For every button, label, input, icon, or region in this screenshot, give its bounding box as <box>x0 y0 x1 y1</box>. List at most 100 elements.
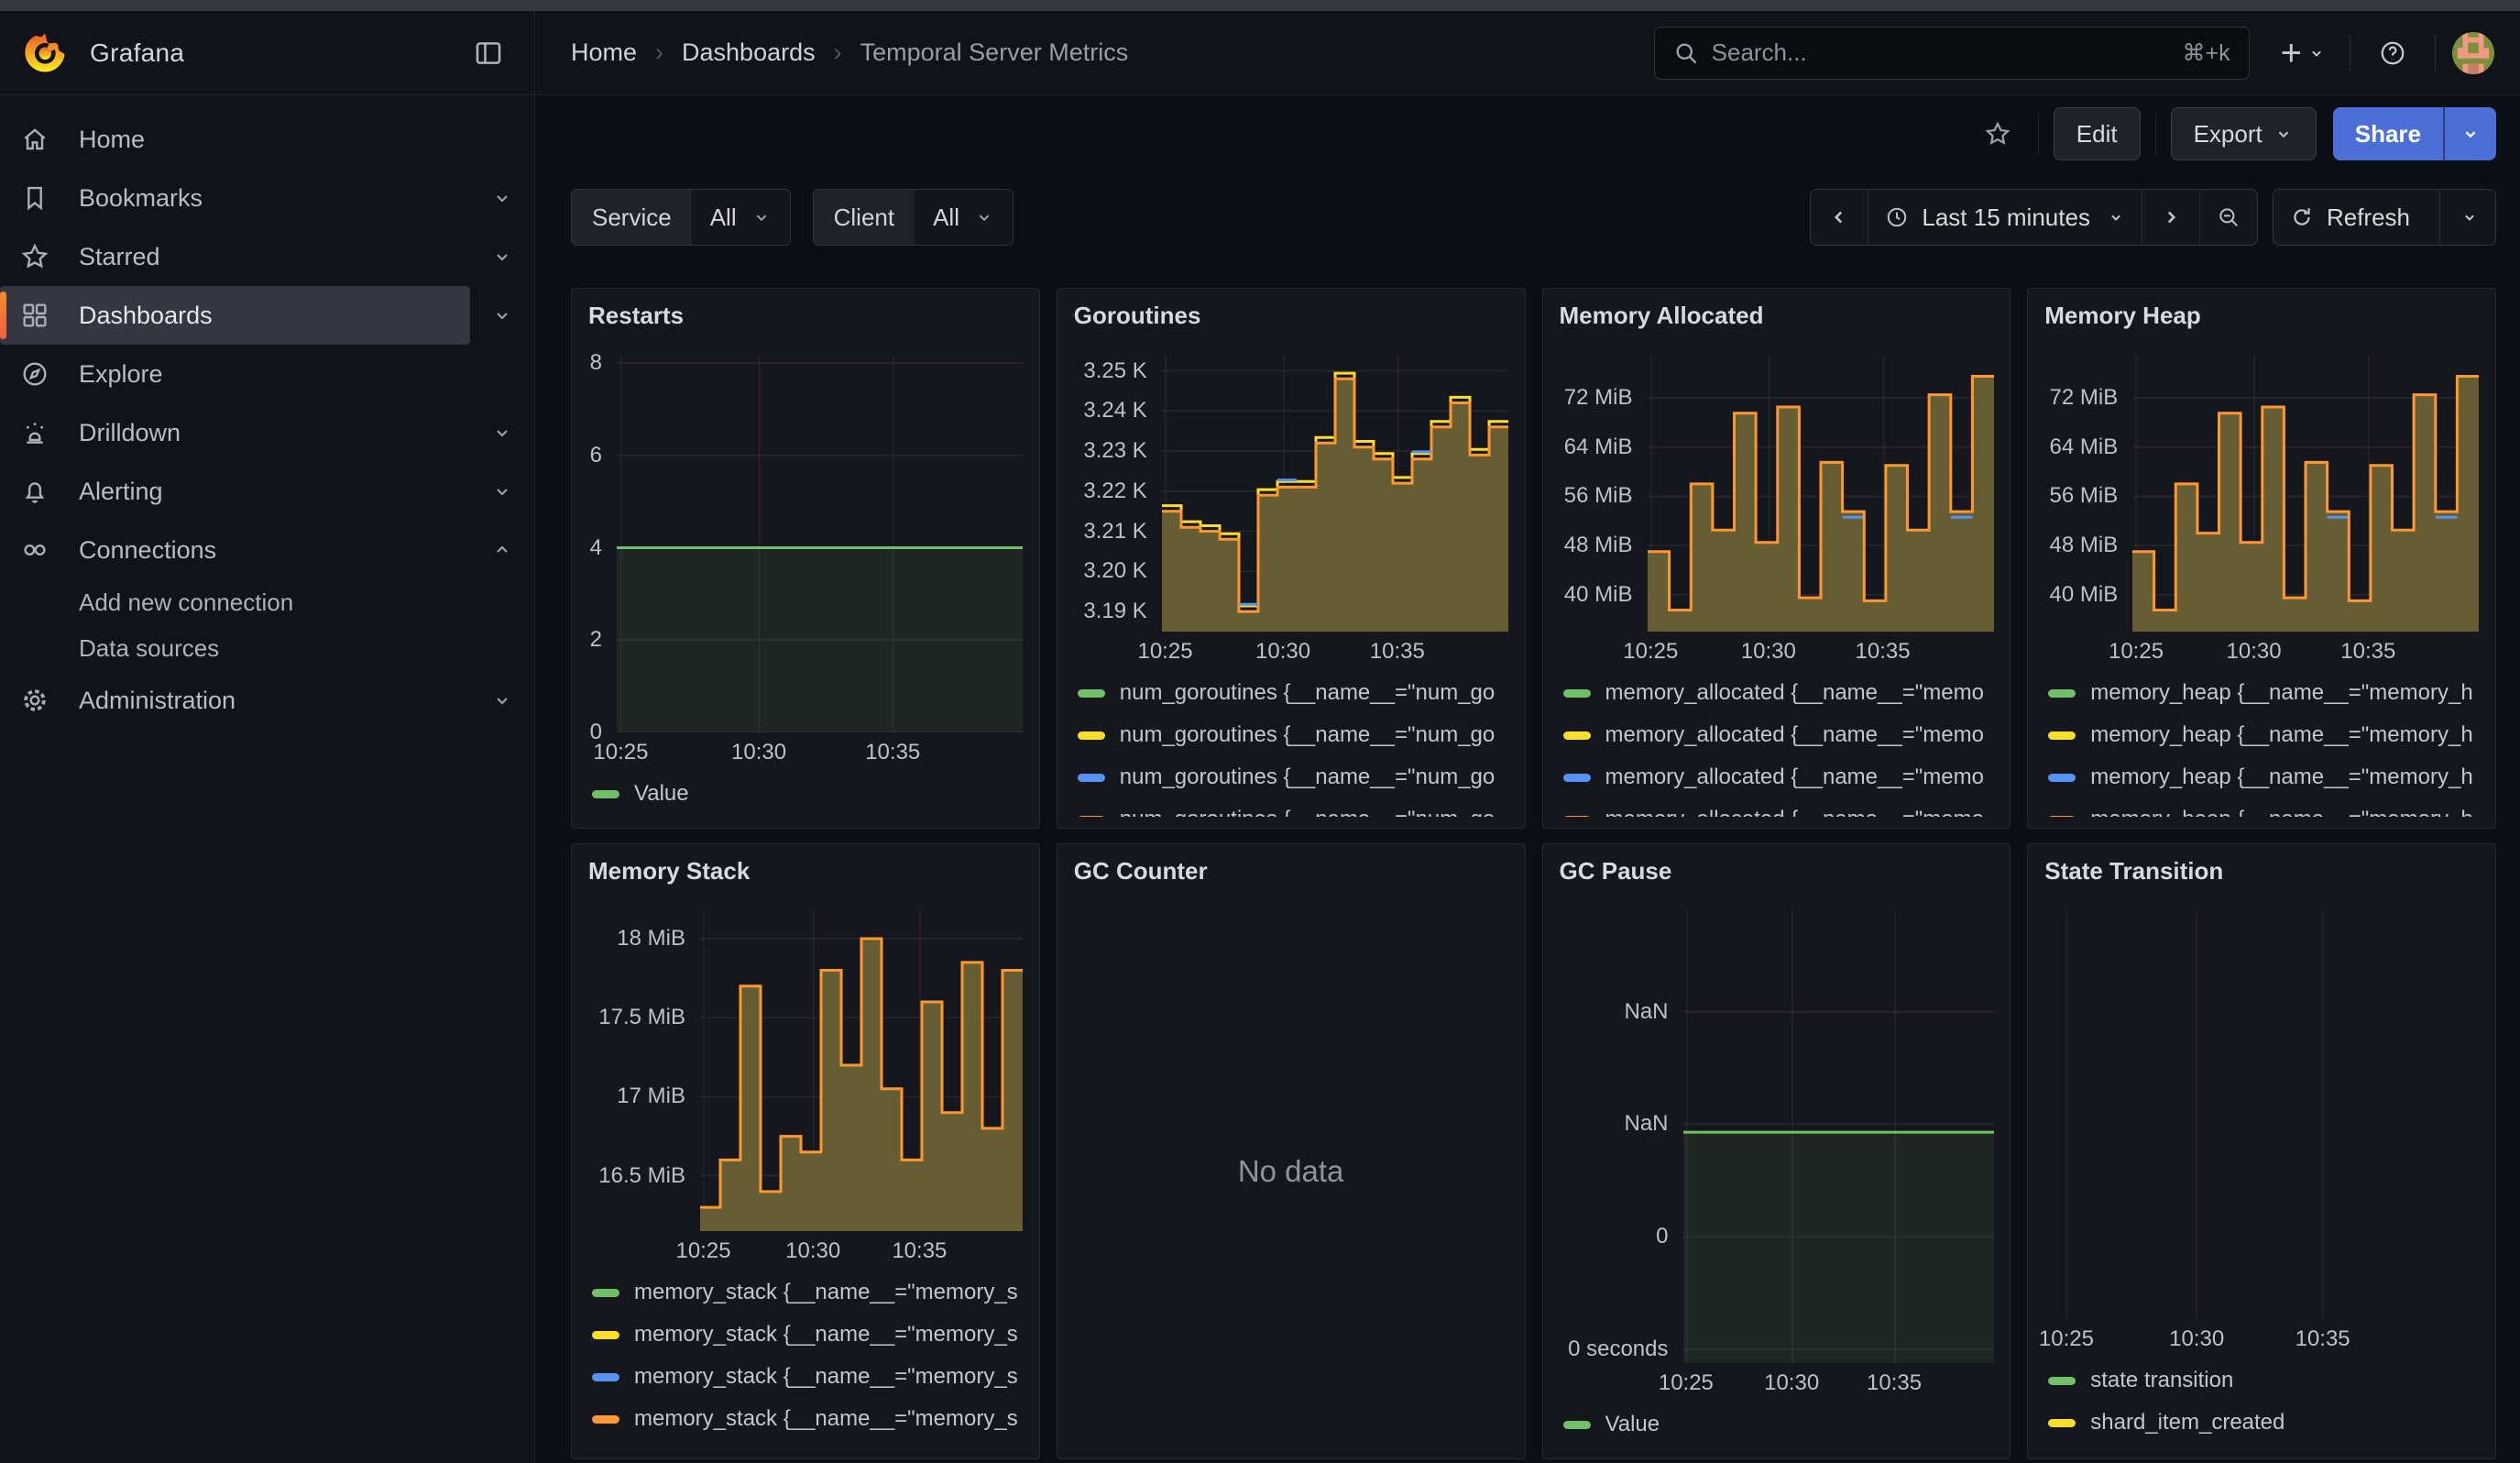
legend-item[interactable]: memory_stack {__name__="memory_s <box>588 1356 1023 1398</box>
legend-item[interactable]: Value <box>1560 1403 1994 1446</box>
legend-item[interactable]: num_goroutines {__name__="num_go <box>1074 798 1508 817</box>
variable-value[interactable]: All <box>915 190 1013 245</box>
legend-item[interactable]: memory_heap {__name__="memory_h <box>2044 798 2479 817</box>
sidebar-item-dashboards[interactable]: Dashboards <box>0 286 534 345</box>
y-tick-label: 2 <box>590 627 602 653</box>
legend-label: memory_stack {__name__="memory_s <box>634 1364 1018 1390</box>
plot-area[interactable] <box>1162 355 1508 632</box>
user-avatar[interactable] <box>2452 32 2494 74</box>
legend-item[interactable]: memory_stack {__name__="memory_s <box>588 1398 1023 1440</box>
sidebar-item-starred[interactable]: Starred <box>0 227 534 286</box>
plot-area[interactable] <box>1683 910 1994 1363</box>
y-tick-label: 6 <box>590 443 602 468</box>
zoom-out-icon <box>2217 205 2241 229</box>
search-input[interactable] <box>1712 38 2183 67</box>
plus-icon: + <box>2281 35 2302 72</box>
time-forward-button[interactable] <box>2142 190 2200 245</box>
y-tick-label: 3.23 K <box>1083 438 1146 464</box>
legend-swatch <box>592 1331 619 1339</box>
panel-title[interactable]: Memory Stack <box>588 857 1023 896</box>
sidebar-item-explore[interactable]: Explore <box>0 345 534 403</box>
share-menu-button[interactable] <box>2443 107 2496 160</box>
legend-item[interactable]: num_goroutines {__name__="num_go <box>1074 756 1508 798</box>
time-back-button[interactable] <box>1811 190 1868 245</box>
search-box[interactable]: ⌘+k <box>1654 27 2250 80</box>
variable-service-dropdown[interactable]: ServiceAll <box>571 189 791 246</box>
legend-item[interactable]: memory_allocated {__name__="memo <box>1560 756 1994 798</box>
chevron-down-icon[interactable] <box>470 689 534 711</box>
panel-title[interactable]: GC Counter <box>1074 857 1508 896</box>
plot-area[interactable] <box>1648 355 1994 632</box>
refresh-interval-button[interactable] <box>2440 190 2495 245</box>
sidebar-item-data-sources[interactable]: Data sources <box>0 625 534 671</box>
star-dashboard-button[interactable] <box>1972 108 2023 160</box>
chevron-down-icon[interactable] <box>470 187 534 209</box>
x-tick-label: 10:25 <box>675 1238 730 1264</box>
bookmark-icon <box>20 183 79 213</box>
chevron-down-icon[interactable] <box>470 246 534 268</box>
add-menu-button[interactable]: + <box>2273 35 2333 72</box>
legend-item[interactable]: memory_heap {__name__="memory_h <box>2044 714 2479 756</box>
y-tick-label: 64 MiB <box>1564 434 1633 460</box>
legend-item[interactable]: num_goroutines {__name__="num_go <box>1074 714 1508 756</box>
refresh-button[interactable]: Refresh <box>2273 190 2440 245</box>
share-button[interactable]: Share <box>2333 107 2443 160</box>
y-axis: 16.5 MiB17 MiB17.5 MiB18 MiB <box>588 910 700 1231</box>
plot-area[interactable] <box>2132 355 2479 632</box>
chevron-down-icon <box>2460 208 2479 226</box>
bell-icon <box>20 477 79 506</box>
sidebar-item-bookmarks[interactable]: Bookmarks <box>0 169 534 227</box>
chevron-down-icon[interactable] <box>470 480 534 502</box>
chevron-down-icon[interactable] <box>470 422 534 444</box>
help-button[interactable] <box>2367 28 2418 79</box>
panel-title[interactable]: Goroutines <box>1074 302 1508 340</box>
legend-item[interactable]: shard_item_created <box>2044 1402 2479 1444</box>
panel-title[interactable]: State Transition <box>2044 857 2479 896</box>
x-tick-label: 10:30 <box>1764 1370 1819 1396</box>
legend-item[interactable]: memory_allocated {__name__="memo <box>1560 714 1994 756</box>
sidebar-item-label: Explore <box>79 360 163 389</box>
variable-value[interactable]: All <box>692 190 790 245</box>
legend-item[interactable]: memory_heap {__name__="memory_h <box>2044 756 2479 798</box>
breadcrumb-dashboards[interactable]: Dashboards <box>682 38 816 67</box>
plot-area[interactable] <box>700 910 1023 1231</box>
legend-swatch <box>592 1415 619 1424</box>
sidebar-item-administration[interactable]: Administration <box>0 671 534 730</box>
plot-area[interactable] <box>2044 910 2479 1319</box>
chevron-down-icon <box>751 207 772 227</box>
zoom-out-button[interactable] <box>2200 190 2257 245</box>
sidebar-item-label: Home <box>79 126 145 154</box>
panel-title[interactable]: Memory Heap <box>2044 302 2479 340</box>
sidebar-item-add-new-connection[interactable]: Add new connection <box>0 579 534 625</box>
edit-button[interactable]: Edit <box>2054 107 2141 160</box>
legend-item[interactable]: memory_stack {__name__="memory_s <box>588 1271 1023 1314</box>
legend-item[interactable]: memory_allocated {__name__="memo <box>1560 672 1994 714</box>
plot-area[interactable] <box>617 355 1023 732</box>
chevron-up-icon[interactable] <box>470 539 534 561</box>
sidebar-item-drilldown[interactable]: Drilldown <box>0 403 534 462</box>
y-tick-label: 48 MiB <box>1564 533 1633 558</box>
export-button[interactable]: Export <box>2171 107 2317 160</box>
divider <box>2155 114 2156 154</box>
legend-item[interactable]: Value <box>588 773 1023 815</box>
panel-title[interactable]: Restarts <box>588 302 1023 340</box>
legend-item[interactable]: memory_allocated {__name__="memo <box>1560 798 1994 817</box>
sidebar-collapse-icon[interactable] <box>468 33 509 73</box>
breadcrumb-home[interactable]: Home <box>571 38 637 67</box>
legend-item[interactable]: memory_heap {__name__="memory_h <box>2044 672 2479 714</box>
variable-client-dropdown[interactable]: ClientAll <box>813 189 1013 246</box>
sidebar-item-home[interactable]: Home <box>0 110 534 169</box>
panel-title[interactable]: Memory Allocated <box>1560 302 1994 340</box>
sidebar-item-connections[interactable]: Connections <box>0 521 534 579</box>
x-tick-label: 10:35 <box>865 740 920 765</box>
sidebar-item-alerting[interactable]: Alerting <box>0 462 534 521</box>
legend-item[interactable]: state transition <box>2044 1359 2479 1402</box>
legend-item[interactable]: num_goroutines {__name__="num_go <box>1074 672 1508 714</box>
panel-gc-counter: GC CounterNo data <box>1057 843 1526 1459</box>
legend-swatch <box>592 790 619 798</box>
panel-title[interactable]: GC Pause <box>1560 857 1994 896</box>
sidebar-item-label: Connections <box>79 536 216 565</box>
chevron-down-icon[interactable] <box>470 304 534 326</box>
time-range-picker[interactable]: Last 15 minutes <box>1868 190 2142 245</box>
legend-item[interactable]: memory_stack {__name__="memory_s <box>588 1314 1023 1356</box>
